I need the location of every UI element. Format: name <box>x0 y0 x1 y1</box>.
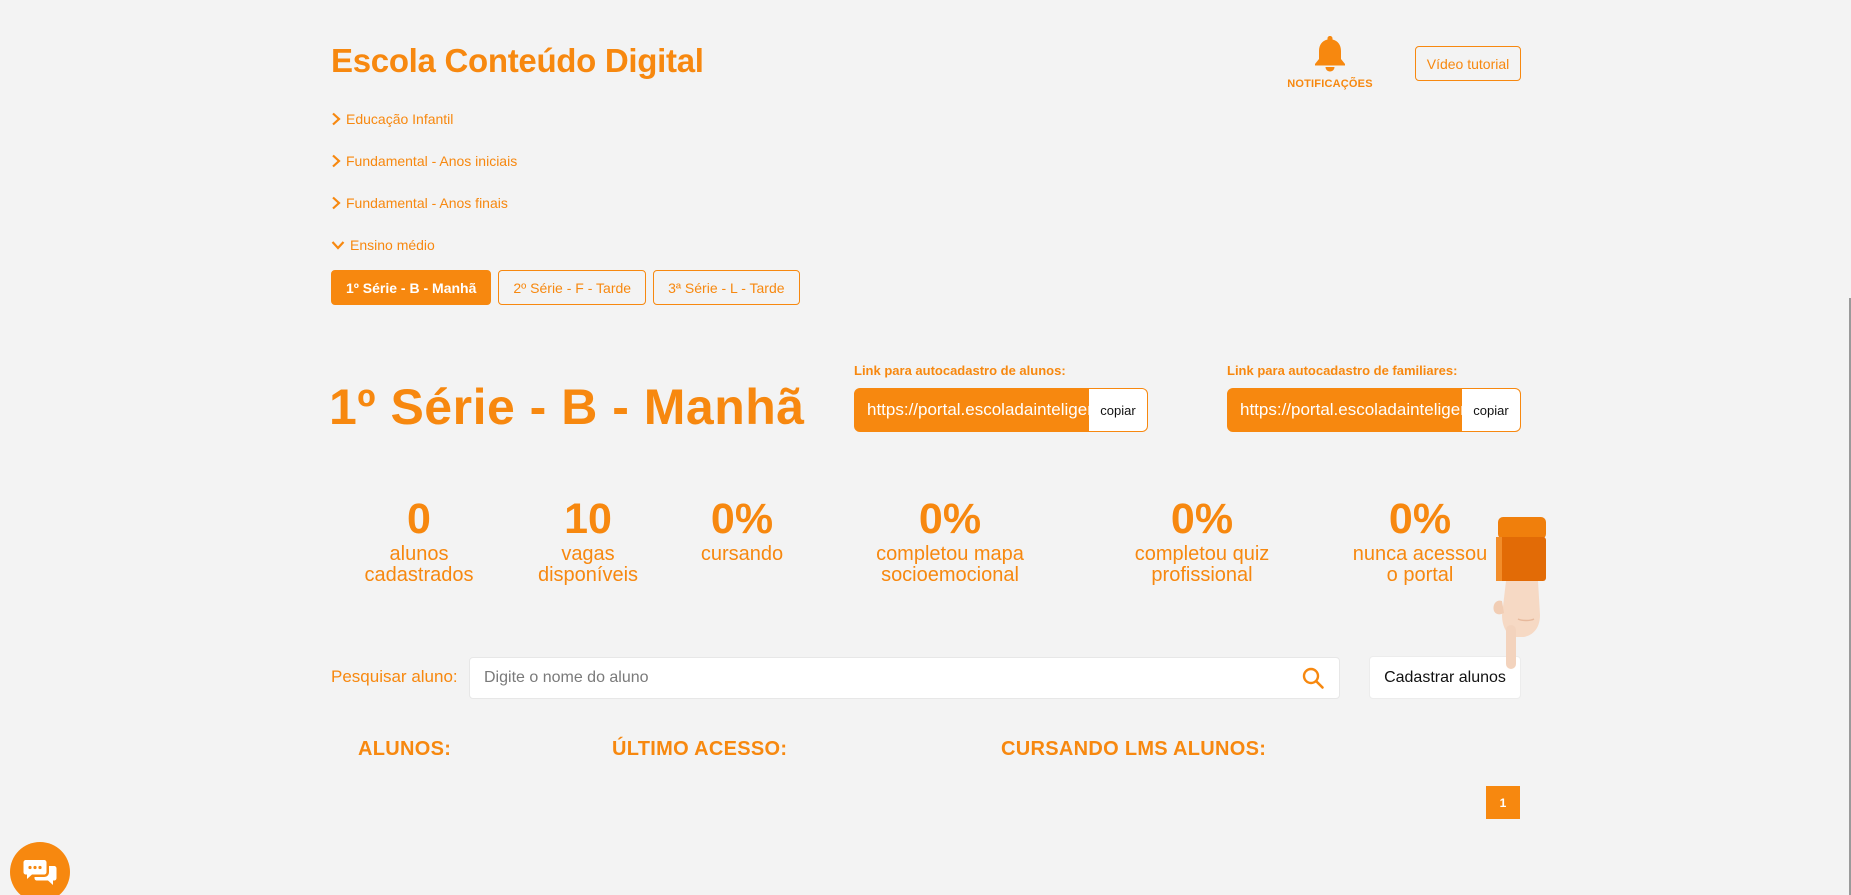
column-header-ultimo-acesso: ÚLTIMO ACESSO: <box>612 738 788 760</box>
school-title: Escola Conteúdo Digital <box>331 42 704 79</box>
stat-label: completou mapa socioemocional <box>876 543 1024 586</box>
stat-quiz-profissional: 0% completou quiz profissional <box>1102 496 1302 586</box>
student-link-url[interactable]: https://portal.escoladainteligencia <box>855 389 1089 431</box>
chevron-right-icon <box>332 196 341 210</box>
family-link-group: Link para autocadastro de familiares: ht… <box>1227 363 1521 432</box>
notifications-label: NOTIFICAÇÕES <box>1287 78 1373 90</box>
stat-label: completou quiz profissional <box>1134 543 1270 586</box>
stat-label: alunos cadastrados <box>364 543 474 586</box>
bell-icon <box>1315 36 1345 72</box>
stat-label: cursando <box>700 543 784 565</box>
notifications-button[interactable]: NOTIFICAÇÕES <box>1283 34 1377 90</box>
stat-label: vagas disponíveis <box>537 543 639 586</box>
chat-button[interactable] <box>10 842 70 895</box>
stat-value: 0% <box>710 495 774 543</box>
chat-icon <box>23 860 57 885</box>
tab-3-serie-l-tarde[interactable]: 3ª Série - L - Tarde <box>653 270 800 305</box>
stat-mapa-socioemocional: 0% completou mapa socioemocional <box>850 496 1050 586</box>
class-title: 1º Série - B - Manhã <box>329 379 805 435</box>
stat-vagas-disponiveis: 10 vagas disponíveis <box>508 496 668 586</box>
level-label: Fundamental - Anos iniciais <box>346 153 518 169</box>
search-box <box>469 657 1340 699</box>
stat-alunos-cadastrados: 0 alunos cadastrados <box>339 496 499 586</box>
chevron-right-icon <box>332 154 341 168</box>
tab-2-serie-f-tarde[interactable]: 2º Série - F - Tarde <box>498 270 647 305</box>
copy-family-link-button[interactable]: copiar <box>1462 389 1520 431</box>
column-header-alunos: ALUNOS: <box>358 738 452 760</box>
stat-value: 10 <box>564 495 612 543</box>
tab-1-serie-b-manha[interactable]: 1º Série - B - Manhã <box>331 270 492 305</box>
search-label: Pesquisar aluno: <box>331 667 458 686</box>
student-link-group: Link para autocadastro de alunos: https:… <box>854 363 1148 432</box>
family-link-url[interactable]: https://portal.escoladainteligencia <box>1228 389 1462 431</box>
video-tutorial-button[interactable]: Vídeo tutorial <box>1415 46 1521 81</box>
pagination-page-1[interactable]: 1 <box>1486 786 1520 819</box>
family-link-box: https://portal.escoladainteligencia copi… <box>1227 388 1521 432</box>
column-header-cursando-lms: CURSANDO LMS ALUNOS: <box>1001 738 1267 760</box>
stat-value: 0% <box>1170 495 1234 543</box>
student-link-label: Link para autocadastro de alunos: <box>854 363 1066 378</box>
pointing-hand-icon <box>1493 517 1546 669</box>
level-educacao-infantil[interactable]: Educação Infantil <box>331 111 453 127</box>
stat-value: 0 <box>407 495 431 543</box>
level-ensino-medio[interactable]: Ensino médio <box>331 237 435 253</box>
copy-student-link-button[interactable]: copiar <box>1089 389 1147 431</box>
level-label: Ensino médio <box>350 237 435 253</box>
chevron-right-icon <box>332 112 341 126</box>
family-link-label: Link para autocadastro de familiares: <box>1227 363 1458 378</box>
class-tabs: 1º Série - B - Manhã 2º Série - F - Tard… <box>331 270 800 305</box>
level-label: Educação Infantil <box>346 111 454 127</box>
stat-value: 0% <box>918 495 982 543</box>
level-fundamental-iniciais[interactable]: Fundamental - Anos iniciais <box>331 153 517 169</box>
student-link-box: https://portal.escoladainteligencia copi… <box>854 388 1148 432</box>
chevron-down-icon <box>331 241 345 250</box>
stat-cursando: 0% cursando <box>672 496 812 565</box>
level-fundamental-finais[interactable]: Fundamental - Anos finais <box>331 195 508 211</box>
search-input[interactable] <box>484 669 1301 687</box>
search-icon[interactable] <box>1301 666 1325 690</box>
level-label: Fundamental - Anos finais <box>346 195 508 211</box>
